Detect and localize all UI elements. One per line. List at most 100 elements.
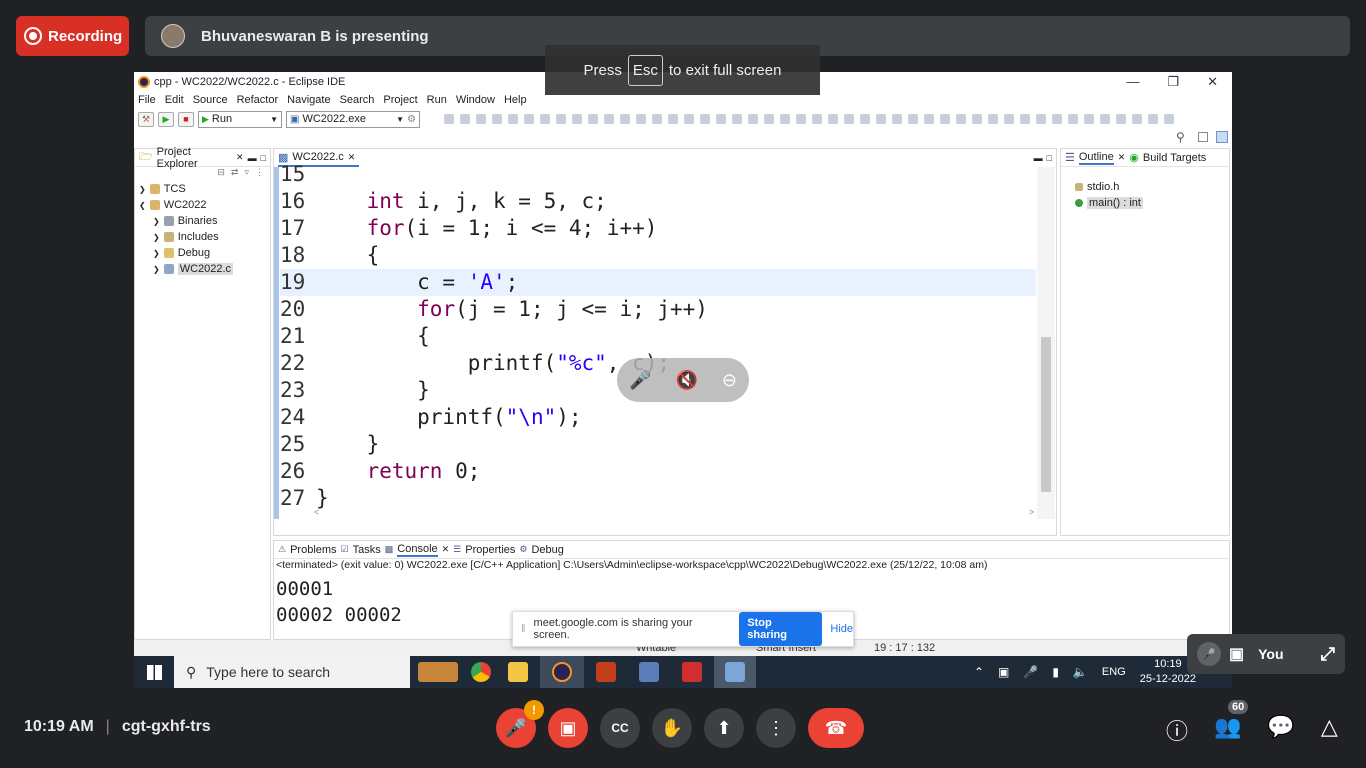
language-indicator[interactable]: ENG [1102,666,1126,678]
launch-run-icon[interactable]: ▶ [158,111,174,127]
info-icon[interactable]: ⓘ [1166,714,1188,746]
drag-handle-icon[interactable]: ‖ [521,623,526,635]
toolbar-action-icon[interactable] [508,114,518,124]
windows-start-icon[interactable] [134,656,174,688]
notes-app-icon[interactable] [714,656,756,688]
tree-item-binaries[interactable]: ❯ Binaries [139,213,270,229]
toolbar-action-icon[interactable] [780,114,790,124]
tab-debug[interactable]: Debug [531,544,563,556]
chevron-up-icon[interactable]: ⌃ [974,665,984,679]
code-line[interactable]: 21 { [280,323,1036,350]
code-area[interactable]: 15 16 int i, j, k = 5, c; 17 for(i = 1; i … [280,161,1036,512]
toolbar-action-icon[interactable] [1100,114,1110,124]
menu-item-window[interactable]: Window [456,94,495,106]
build-targets-tab[interactable]: Build Targets [1143,152,1206,164]
close-icon[interactable]: ✕ [236,152,244,163]
toolbar-action-icon[interactable] [524,114,534,124]
maximize-icon[interactable]: □ [1047,153,1052,163]
toolbar-action-icon[interactable] [460,114,470,124]
hide-button[interactable]: Hide [830,623,853,635]
search-highlight-icon[interactable] [410,656,466,688]
toolbar-action-icon[interactable] [892,114,902,124]
gear-icon[interactable]: ⚙ [407,114,416,125]
tab-console[interactable]: Console [397,543,438,557]
toolbar-action-icon[interactable] [1020,114,1030,124]
tree-item-includes[interactable]: ❯ Includes [139,229,270,245]
toolbar-action-icon[interactable] [796,114,806,124]
tab-problems[interactable]: Problems [290,544,336,556]
code-line[interactable]: 18 { [280,242,1036,269]
toolbar-action-icon[interactable] [956,114,966,124]
outline-item-main[interactable]: main() : int [1075,195,1229,211]
search-icon[interactable]: ⚲ [1176,130,1185,144]
present-button[interactable]: ⬆ [704,708,744,748]
camera-toggle-button[interactable]: ▣ [548,708,588,748]
code-line[interactable]: 24 printf("\n"); [280,404,1036,431]
toolbar-action-icon[interactable] [1068,114,1078,124]
toolbar-action-icon[interactable] [684,114,694,124]
toolbar-action-icon[interactable] [844,114,854,124]
code-line[interactable]: 15 [280,161,1036,188]
project-explorer-tab[interactable]: Project Explorer [157,146,232,170]
toolbar-action-icon[interactable] [620,114,630,124]
cpp-perspective-icon[interactable] [1216,131,1228,143]
leave-call-button[interactable]: ☎ [808,708,864,748]
code-line[interactable]: 25 } [280,431,1036,458]
tab-tasks[interactable]: Tasks [353,544,381,556]
acrobat-icon[interactable] [670,656,714,688]
meet-now-icon[interactable]: ▣ [998,665,1009,679]
toolbar-action-icon[interactable] [1036,114,1046,124]
menu-item-edit[interactable]: Edit [165,94,184,106]
menu-item-help[interactable]: Help [504,94,527,106]
outline-tab[interactable]: Outline [1078,151,1114,165]
powerpoint-icon[interactable] [584,656,628,688]
mic-toggle-button[interactable]: 🎤 ! [496,700,544,748]
outline-view-toolbar[interactable] [1061,167,1229,179]
taskbar-search-input[interactable]: ⚲ Type here to search [174,656,410,688]
toolbar-action-icon[interactable] [556,114,566,124]
tab-properties[interactable]: Properties [465,544,515,556]
toolbar-action-icon[interactable] [1084,114,1094,124]
mic-icon[interactable]: 🎤 [1023,665,1038,679]
launch-target-select[interactable]: ▣ WC2022.exe ▼ ⚙ [286,110,420,128]
toolbar-action-icon[interactable] [924,114,934,124]
activities-icon[interactable]: △ [1321,714,1338,746]
menu-item-navigate[interactable]: Navigate [287,94,330,106]
expand-icon[interactable]: ⤢ [1321,644,1335,665]
toolbar-action-icon[interactable] [476,114,486,124]
toolbar-action-icon[interactable] [764,114,774,124]
menu-item-refactor[interactable]: Refactor [237,94,279,106]
toolbar-action-icon[interactable] [540,114,550,124]
toolbar-action-icon[interactable] [1164,114,1174,124]
menu-item-search[interactable]: Search [340,94,375,106]
people-button[interactable]: 👥 60 [1214,700,1249,746]
toolbar-action-icon[interactable] [636,114,646,124]
close-icon[interactable]: ✕ [1207,74,1218,90]
network-app-icon[interactable] [628,656,670,688]
toolbar-action-icon[interactable] [604,114,614,124]
more-options-button[interactable]: ⋮ [756,708,796,748]
battery-icon[interactable]: ▮ [1052,665,1059,679]
toolbar-action-icon[interactable] [860,114,870,124]
outline-item-stdio[interactable]: stdio.h [1075,179,1229,195]
vertical-scrollbar[interactable] [1037,167,1055,519]
volume-icon[interactable]: 🔈 [1073,665,1088,679]
captions-button[interactable]: CC [600,708,640,748]
toolbar-action-icon[interactable] [988,114,998,124]
toolbar-action-icon[interactable] [732,114,742,124]
tree-item-debug[interactable]: ❯ Debug [139,245,270,261]
toolbar-action-icon[interactable] [908,114,918,124]
menu-item-source[interactable]: Source [193,94,228,106]
build-icon[interactable]: ⚒ [138,111,154,127]
toolbar-action-icon[interactable] [652,114,662,124]
view-menu-icon[interactable]: ⋮ [255,167,264,181]
toolbar-action-icon[interactable] [1004,114,1014,124]
stop-sharing-button[interactable]: Stop sharing [739,612,823,646]
toolbar-action-icon[interactable] [716,114,726,124]
scrollbar-thumb[interactable] [1041,337,1051,492]
tree-item-tcs[interactable]: ❯ TCS [139,181,270,197]
toolbar-action-icon[interactable] [588,114,598,124]
toolbar-action-icon[interactable] [812,114,822,124]
toolbar-action-icon[interactable] [572,114,582,124]
close-icon[interactable]: ✕ [442,544,450,555]
